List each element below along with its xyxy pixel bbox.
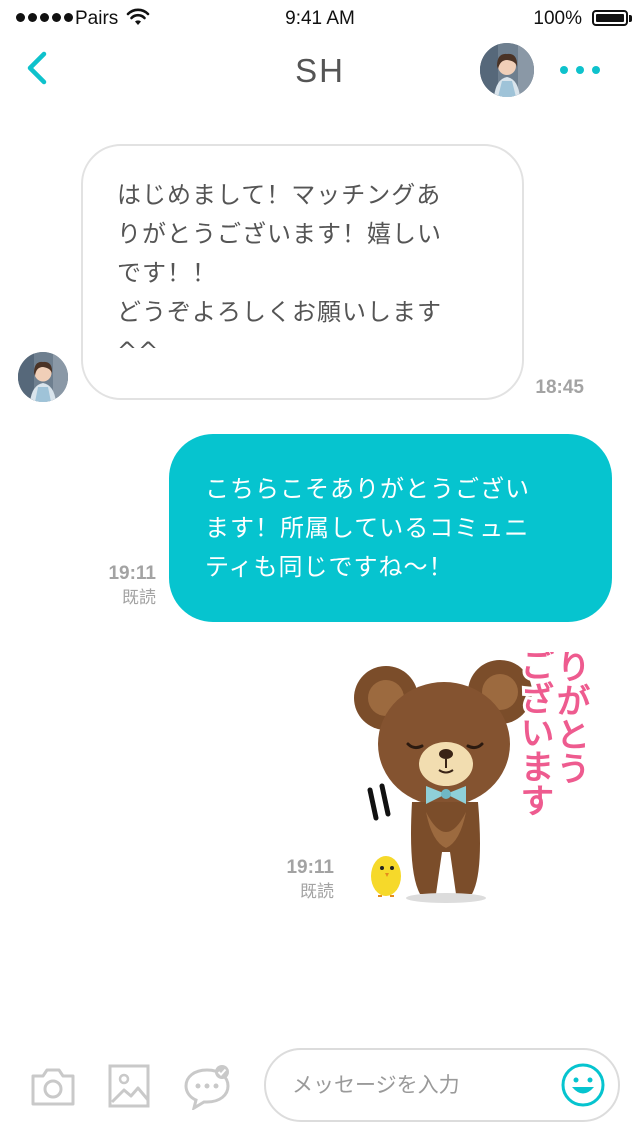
more-dots-icon[interactable] <box>560 60 604 80</box>
navigation-bar: SH <box>0 38 640 104</box>
message-time: 19:11 <box>108 563 156 584</box>
conversation-title: SH <box>295 52 345 89</box>
message-meta: 19:11 既読 <box>276 856 334 904</box>
message-meta: 19:11 既読 <box>98 562 156 610</box>
message-time: 18:45 <box>535 377 584 398</box>
image-icon[interactable] <box>104 1062 154 1110</box>
message-text-line: ^^ <box>117 337 160 365</box>
status-bar: Pairs 9:41 AM 100% <box>0 0 640 38</box>
chat-bubble-icon[interactable] <box>182 1062 232 1110</box>
battery-icon <box>592 10 632 26</box>
message-text-line: どうぞよろしくお願いします <box>117 298 442 326</box>
sticker-text-char: ありがとう <box>550 652 590 785</box>
sticker-text-char: ございます <box>514 652 554 817</box>
chat-screen: Pairs 9:41 AM 100% SH はじめまして！マッチングあ りがとう… <box>0 0 640 1136</box>
sender-avatar[interactable] <box>18 352 68 402</box>
read-receipt: 既読 <box>300 882 334 902</box>
message-text-line: です！！ <box>117 259 217 287</box>
message-text-line: こちらこそありがとうござい <box>205 475 530 503</box>
camera-icon[interactable] <box>28 1062 78 1110</box>
outgoing-message-bubble[interactable]: こちらこそありがとうござい ます！所属しているコミュニ ティも同じですね〜！ <box>169 434 612 622</box>
smiley-icon[interactable] <box>560 1062 606 1108</box>
bear-thanks-sticker[interactable]: ありがとう ございます <box>350 652 600 912</box>
message-text-line: ます！所属しているコミュニ <box>205 514 530 542</box>
partner-avatar[interactable] <box>480 43 534 97</box>
message-text-line: はじめまして！マッチングあ <box>117 181 442 209</box>
read-receipt: 既読 <box>122 588 156 608</box>
battery-percentage: 100% <box>533 8 582 29</box>
message-timestamp: 18:45 <box>520 376 584 400</box>
message-composer <box>0 1040 640 1136</box>
message-time: 19:11 <box>286 857 334 878</box>
message-text-line: ティも同じですね〜！ <box>205 553 454 581</box>
message-text-line: りがとうございます！嬉しい <box>117 220 442 248</box>
incoming-message-bubble[interactable]: はじめまして！マッチングあ りがとうございます！嬉しい です！！ どうぞよろしく… <box>81 144 524 400</box>
